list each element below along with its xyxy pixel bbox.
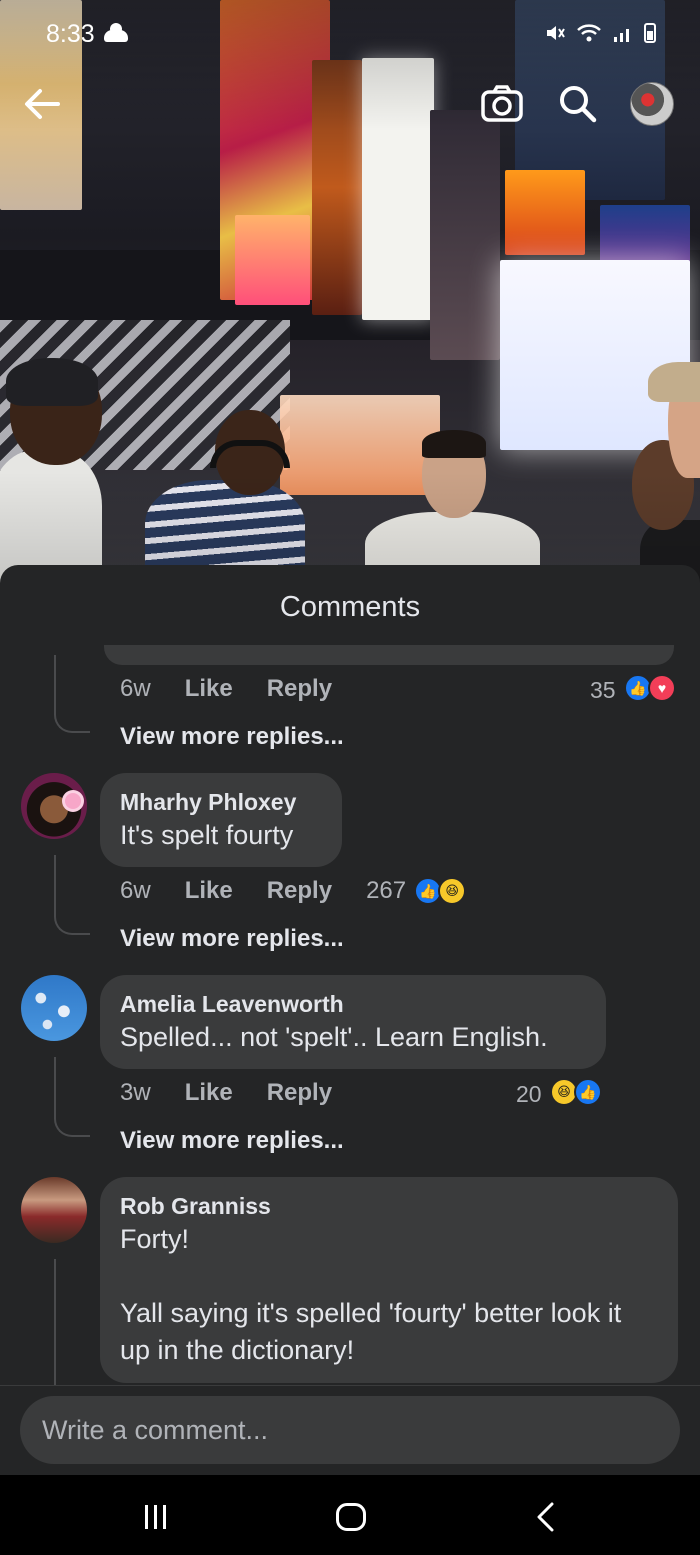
home-button[interactable] (329, 1497, 373, 1537)
thread-connector (54, 1115, 90, 1137)
reaction-count[interactable]: 267 (366, 877, 406, 905)
mute-icon (547, 26, 565, 40)
reaction-count[interactable]: 20 (516, 1081, 542, 1108)
comment-bubble[interactable]: Mharhy Phloxey It's spelt fourty (100, 773, 342, 867)
comment-time: 3w (120, 1079, 151, 1106)
comment-text: It's spelt fourty (120, 820, 294, 850)
avatar[interactable] (21, 1177, 87, 1243)
status-bar: 8:33 (0, 12, 700, 56)
comment-text: Spelled... not 'spelt'.. Learn English. (120, 1022, 548, 1052)
comment-meta: 6w Like Reply (120, 675, 366, 703)
clock: 8:33 (46, 20, 95, 48)
reaction-count[interactable]: 35 (590, 677, 616, 704)
comment-input[interactable] (20, 1396, 680, 1464)
recent-apps-button[interactable] (133, 1497, 177, 1537)
thread-connector (54, 711, 90, 733)
view-more-replies[interactable]: View more replies... (120, 723, 344, 751)
battery-icon (644, 23, 656, 43)
thread-line (54, 1057, 56, 1119)
profile-avatar[interactable] (630, 82, 674, 126)
comment-bubble[interactable]: Amelia Leavenworth Spelled... not 'spelt… (100, 975, 606, 1069)
back-button[interactable] (20, 82, 64, 126)
comment-bubble[interactable] (104, 645, 674, 665)
camera-icon (481, 85, 523, 122)
comment-time: 6w (120, 877, 151, 904)
avatar[interactable] (21, 773, 87, 839)
commenter-name[interactable]: Amelia Leavenworth (120, 989, 586, 1019)
comments-sheet: Comments 6w Like Reply 35 👍 ♥ View more … (0, 565, 700, 1475)
view-more-replies[interactable]: View more replies... (120, 1127, 344, 1155)
camera-button[interactable] (480, 82, 524, 126)
thread-connector (54, 913, 90, 935)
flower-icon (65, 793, 81, 809)
haha-reaction-icon: 😆 (438, 877, 467, 905)
signal-icon (614, 29, 629, 42)
thread-line (54, 855, 56, 917)
reply-button[interactable]: Reply (267, 1079, 332, 1107)
comment-composer (0, 1385, 700, 1475)
like-button[interactable]: Like (185, 1079, 233, 1107)
comment-time: 6w (120, 675, 151, 702)
search-button[interactable] (556, 82, 600, 126)
comment-text: Forty! Yall saying it's spelled 'fourty'… (120, 1224, 622, 1365)
like-button[interactable]: Like (185, 675, 233, 703)
comment-meta: 6w Like Reply 267 👍 😆 (120, 877, 467, 905)
reply-button[interactable]: Reply (267, 877, 332, 905)
love-reaction-icon: ♥ (648, 674, 676, 702)
recent-apps-icon (142, 1505, 169, 1529)
thread-line (54, 1259, 56, 1389)
commenter-name[interactable]: Mharhy Phloxey (120, 787, 322, 817)
cloud-icon (104, 23, 128, 42)
sheet-title: Comments (279, 591, 421, 623)
avatar[interactable] (21, 975, 87, 1041)
wifi-icon (577, 24, 601, 42)
back-arrow-icon (25, 89, 60, 119)
reply-button[interactable]: Reply (267, 675, 332, 703)
nav-back-button[interactable] (524, 1497, 568, 1537)
thread-line (54, 655, 56, 715)
view-more-replies[interactable]: View more replies... (120, 925, 344, 953)
back-icon (537, 1502, 554, 1532)
reaction-icons[interactable]: 👍 😆 (414, 877, 467, 905)
comment-meta: 3w Like Reply (120, 1079, 366, 1107)
reaction-icons[interactable]: 😆 👍 (550, 1078, 602, 1106)
search-icon (560, 86, 597, 123)
comment-bubble[interactable]: Rob Granniss Forty! Yall saying it's spe… (100, 1177, 678, 1383)
like-reaction-icon: 👍 (574, 1078, 602, 1106)
reaction-icons[interactable]: 👍 ♥ (624, 674, 676, 702)
system-nav-bar (0, 1475, 700, 1555)
commenter-name[interactable]: Rob Granniss (120, 1191, 658, 1221)
home-icon (336, 1503, 366, 1531)
like-button[interactable]: Like (185, 877, 233, 905)
